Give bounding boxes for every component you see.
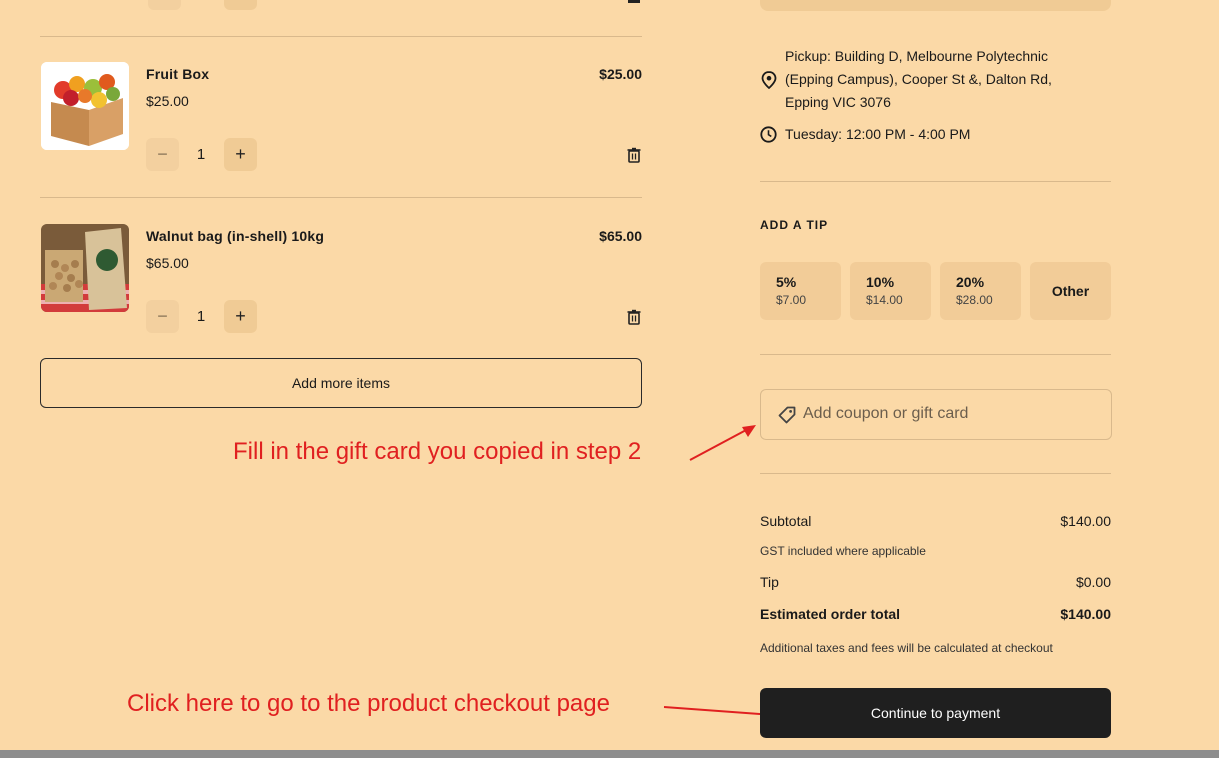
decrease-quantity-button[interactable]: − xyxy=(146,138,179,171)
section-divider xyxy=(760,181,1111,182)
trash-icon[interactable] xyxy=(626,147,642,163)
quantity-value: 1 xyxy=(196,308,206,325)
plus-icon: + xyxy=(235,144,246,164)
increase-quantity-button[interactable]: + xyxy=(224,138,257,171)
increase-quantity-button[interactable]: + xyxy=(224,300,257,333)
continue-to-payment-label: Continue to payment xyxy=(870,705,1001,721)
pickup-time: Tuesday: 12:00 PM - 4:00 PM xyxy=(785,126,971,142)
partial-qty-button[interactable] xyxy=(148,0,181,10)
quantity-value: 1 xyxy=(196,146,206,163)
pickup-address-line: Pickup: Building D, Melbourne Polytechni… xyxy=(785,48,1049,64)
item-name: Fruit Box xyxy=(146,66,210,82)
partial-qty-button[interactable] xyxy=(224,0,257,10)
tip-option-20[interactable]: 20% $28.00 xyxy=(940,262,1021,320)
add-more-items-label: Add more items xyxy=(291,375,391,391)
walnut-bag-image xyxy=(41,224,129,312)
item-unit-price: $25.00 xyxy=(146,93,189,109)
item-divider xyxy=(40,36,642,37)
partial-order-box xyxy=(760,0,1111,11)
checkout-annotation: Click here to go to the product checkout… xyxy=(127,690,610,717)
section-divider xyxy=(760,354,1111,355)
minus-icon: − xyxy=(157,144,168,164)
fruit-box-image xyxy=(41,62,129,150)
tip-amount: $28.00 xyxy=(956,293,993,307)
minus-icon: − xyxy=(157,306,168,326)
tip-label: Tip xyxy=(760,574,779,590)
subtotal-label: Subtotal xyxy=(760,513,812,529)
item-divider xyxy=(40,197,642,198)
tip-amount: $14.00 xyxy=(866,293,903,307)
section-divider xyxy=(760,473,1111,474)
plus-icon: + xyxy=(235,306,246,326)
tip-percent: 5% xyxy=(776,274,797,290)
item-total-price: $25.00 xyxy=(599,66,642,82)
tip-value: $0.00 xyxy=(1075,574,1111,590)
decrease-quantity-button[interactable]: − xyxy=(146,300,179,333)
pickup-address-line: (Epping Campus), Cooper St &, Dalton Rd, xyxy=(785,71,1052,87)
bottom-scrollbar[interactable] xyxy=(0,750,1219,758)
arrow-to-coupon-icon xyxy=(689,425,756,461)
trash-icon[interactable] xyxy=(626,309,642,325)
tip-option-10[interactable]: 10% $14.00 xyxy=(850,262,931,320)
location-pin-icon xyxy=(761,71,777,89)
item-unit-price: $65.00 xyxy=(146,255,189,271)
tag-icon xyxy=(778,406,796,424)
fees-note: Additional taxes and fees will be calcul… xyxy=(760,641,1053,655)
tip-amount: $7.00 xyxy=(776,293,807,307)
item-name: Walnut bag (in-shell) 10kg xyxy=(146,228,325,244)
gift-card-annotation: Fill in the gift card you copied in step… xyxy=(233,438,642,465)
item-total-price: $65.00 xyxy=(599,228,642,244)
coupon-placeholder: Add coupon or gift card xyxy=(803,405,969,422)
clock-icon xyxy=(760,126,777,143)
continue-to-payment-button[interactable]: Continue to payment xyxy=(760,688,1111,738)
subtotal-value: $140.00 xyxy=(1060,513,1111,529)
tip-percent: 10% xyxy=(866,274,895,290)
coupon-input[interactable]: Add coupon or gift card xyxy=(760,389,1112,440)
order-total-label: Estimated order total xyxy=(760,606,901,622)
partial-trash-icon[interactable] xyxy=(628,0,640,3)
tip-option-5[interactable]: 5% $7.00 xyxy=(760,262,841,320)
tip-option-other[interactable]: Other xyxy=(1030,262,1111,320)
pickup-address-line: Epping VIC 3076 xyxy=(785,94,891,110)
tip-other-label: Other xyxy=(1051,283,1090,299)
add-more-items-button[interactable]: Add more items xyxy=(40,358,642,408)
tip-heading: ADD A TIP xyxy=(760,218,829,232)
order-total-value: $140.00 xyxy=(1060,606,1111,622)
tip-percent: 20% xyxy=(956,274,985,290)
gst-note: GST included where applicable xyxy=(760,544,926,558)
